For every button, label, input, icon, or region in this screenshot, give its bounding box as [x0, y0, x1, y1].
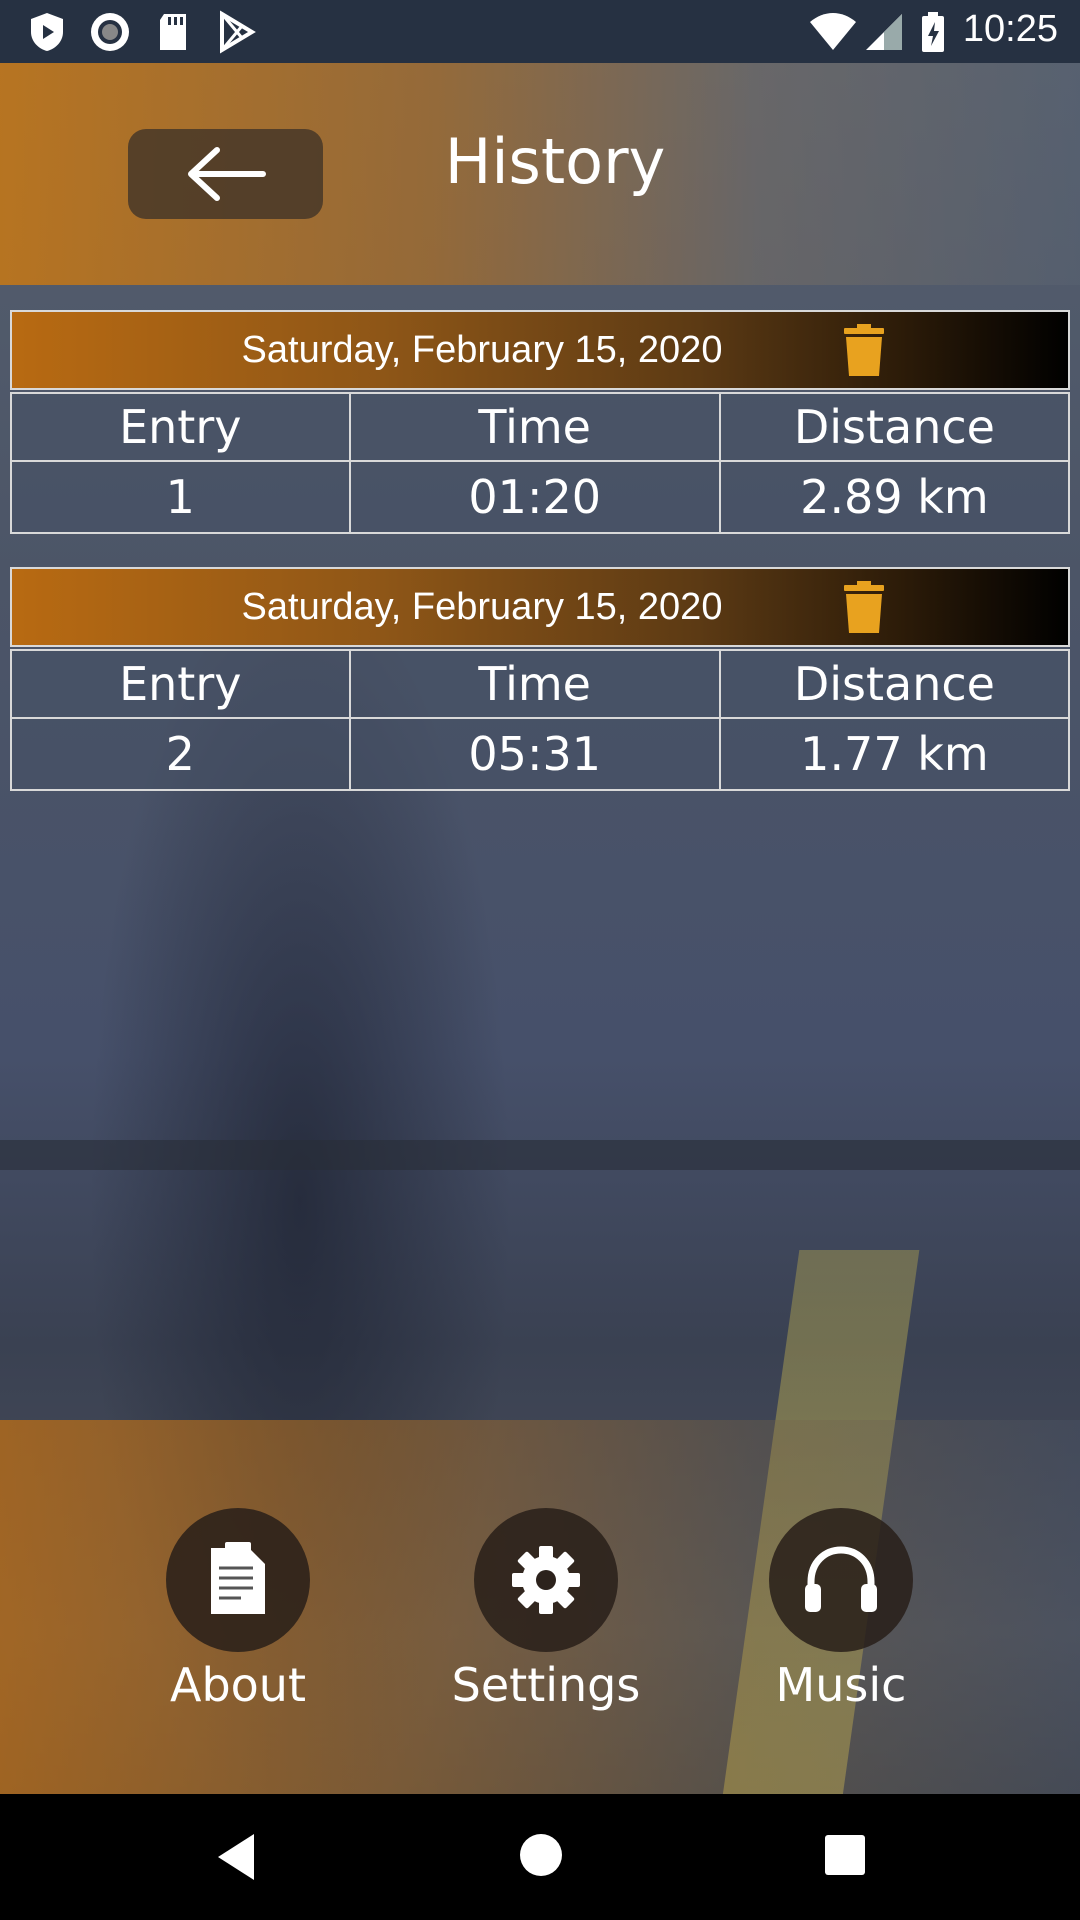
gear-icon [512, 1546, 580, 1614]
battery-charging-icon [922, 12, 944, 52]
arrow-left-icon [187, 147, 266, 201]
record-icon [91, 13, 129, 51]
recents-square-icon[interactable] [824, 1834, 866, 1876]
sd-card-icon [160, 14, 186, 50]
record-date-bar: Saturday, February 15, 2020 [10, 567, 1070, 647]
table-header-row: Entry Time Distance [10, 649, 1071, 719]
music-icon-circle[interactable] [769, 1508, 913, 1652]
app-header: History [0, 63, 1080, 285]
headphones-icon [805, 1546, 877, 1612]
bottom-nav: About Settings Music [0, 1420, 1080, 1794]
signal-icon [866, 14, 902, 50]
about-icon-circle[interactable] [166, 1508, 310, 1652]
home-circle-icon[interactable] [518, 1832, 564, 1878]
back-button[interactable] [128, 129, 323, 219]
time-value: 05:31 [348, 717, 721, 791]
nav-music-label: Music [775, 1658, 907, 1712]
entry-value: 2 [10, 717, 351, 791]
distance-value: 2.89 km [718, 460, 1071, 534]
status-time: 10:25 [962, 8, 1058, 50]
nav-settings-label: Settings [451, 1658, 641, 1712]
trash-icon[interactable] [840, 581, 888, 635]
record-table: Entry Time Distance 2 05:31 1.77 km [10, 649, 1071, 791]
distance-value: 1.77 km [718, 717, 1071, 791]
status-bar: 10:25 [0, 0, 1080, 63]
time-value: 01:20 [348, 460, 721, 534]
table-header-row: Entry Time Distance [10, 392, 1071, 462]
column-header-entry: Entry [10, 649, 351, 719]
column-header-distance: Distance [718, 392, 1071, 462]
history-record: Saturday, February 15, 2020 Entry Time D… [10, 310, 1071, 534]
nav-settings-button[interactable]: Settings [426, 1508, 666, 1712]
record-date-bar: Saturday, February 15, 2020 [10, 310, 1070, 390]
settings-icon-circle[interactable] [474, 1508, 618, 1652]
horizon [0, 1140, 1080, 1170]
shield-play-icon [31, 13, 63, 51]
column-header-distance: Distance [718, 649, 1071, 719]
table-row: 1 01:20 2.89 km [10, 460, 1071, 534]
column-header-time: Time [348, 649, 721, 719]
nav-about-button[interactable]: About [118, 1508, 358, 1712]
record-date: Saturday, February 15, 2020 [241, 328, 723, 371]
history-record: Saturday, February 15, 2020 Entry Time D… [10, 567, 1071, 791]
document-icon [211, 1542, 265, 1614]
record-table: Entry Time Distance 1 01:20 2.89 km [10, 392, 1071, 534]
entry-value: 1 [10, 460, 351, 534]
column-header-entry: Entry [10, 392, 351, 462]
system-nav-bar [0, 1794, 1080, 1920]
nav-about-label: About [169, 1658, 306, 1712]
column-header-time: Time [348, 392, 721, 462]
trash-icon[interactable] [840, 324, 888, 378]
table-row: 2 05:31 1.77 km [10, 717, 1071, 791]
page-title: History [444, 125, 666, 198]
play-store-icon [220, 10, 256, 54]
record-date: Saturday, February 15, 2020 [241, 585, 723, 628]
wifi-icon [810, 13, 856, 50]
back-triangle-icon[interactable] [214, 1832, 258, 1882]
nav-music-button[interactable]: Music [721, 1508, 961, 1712]
